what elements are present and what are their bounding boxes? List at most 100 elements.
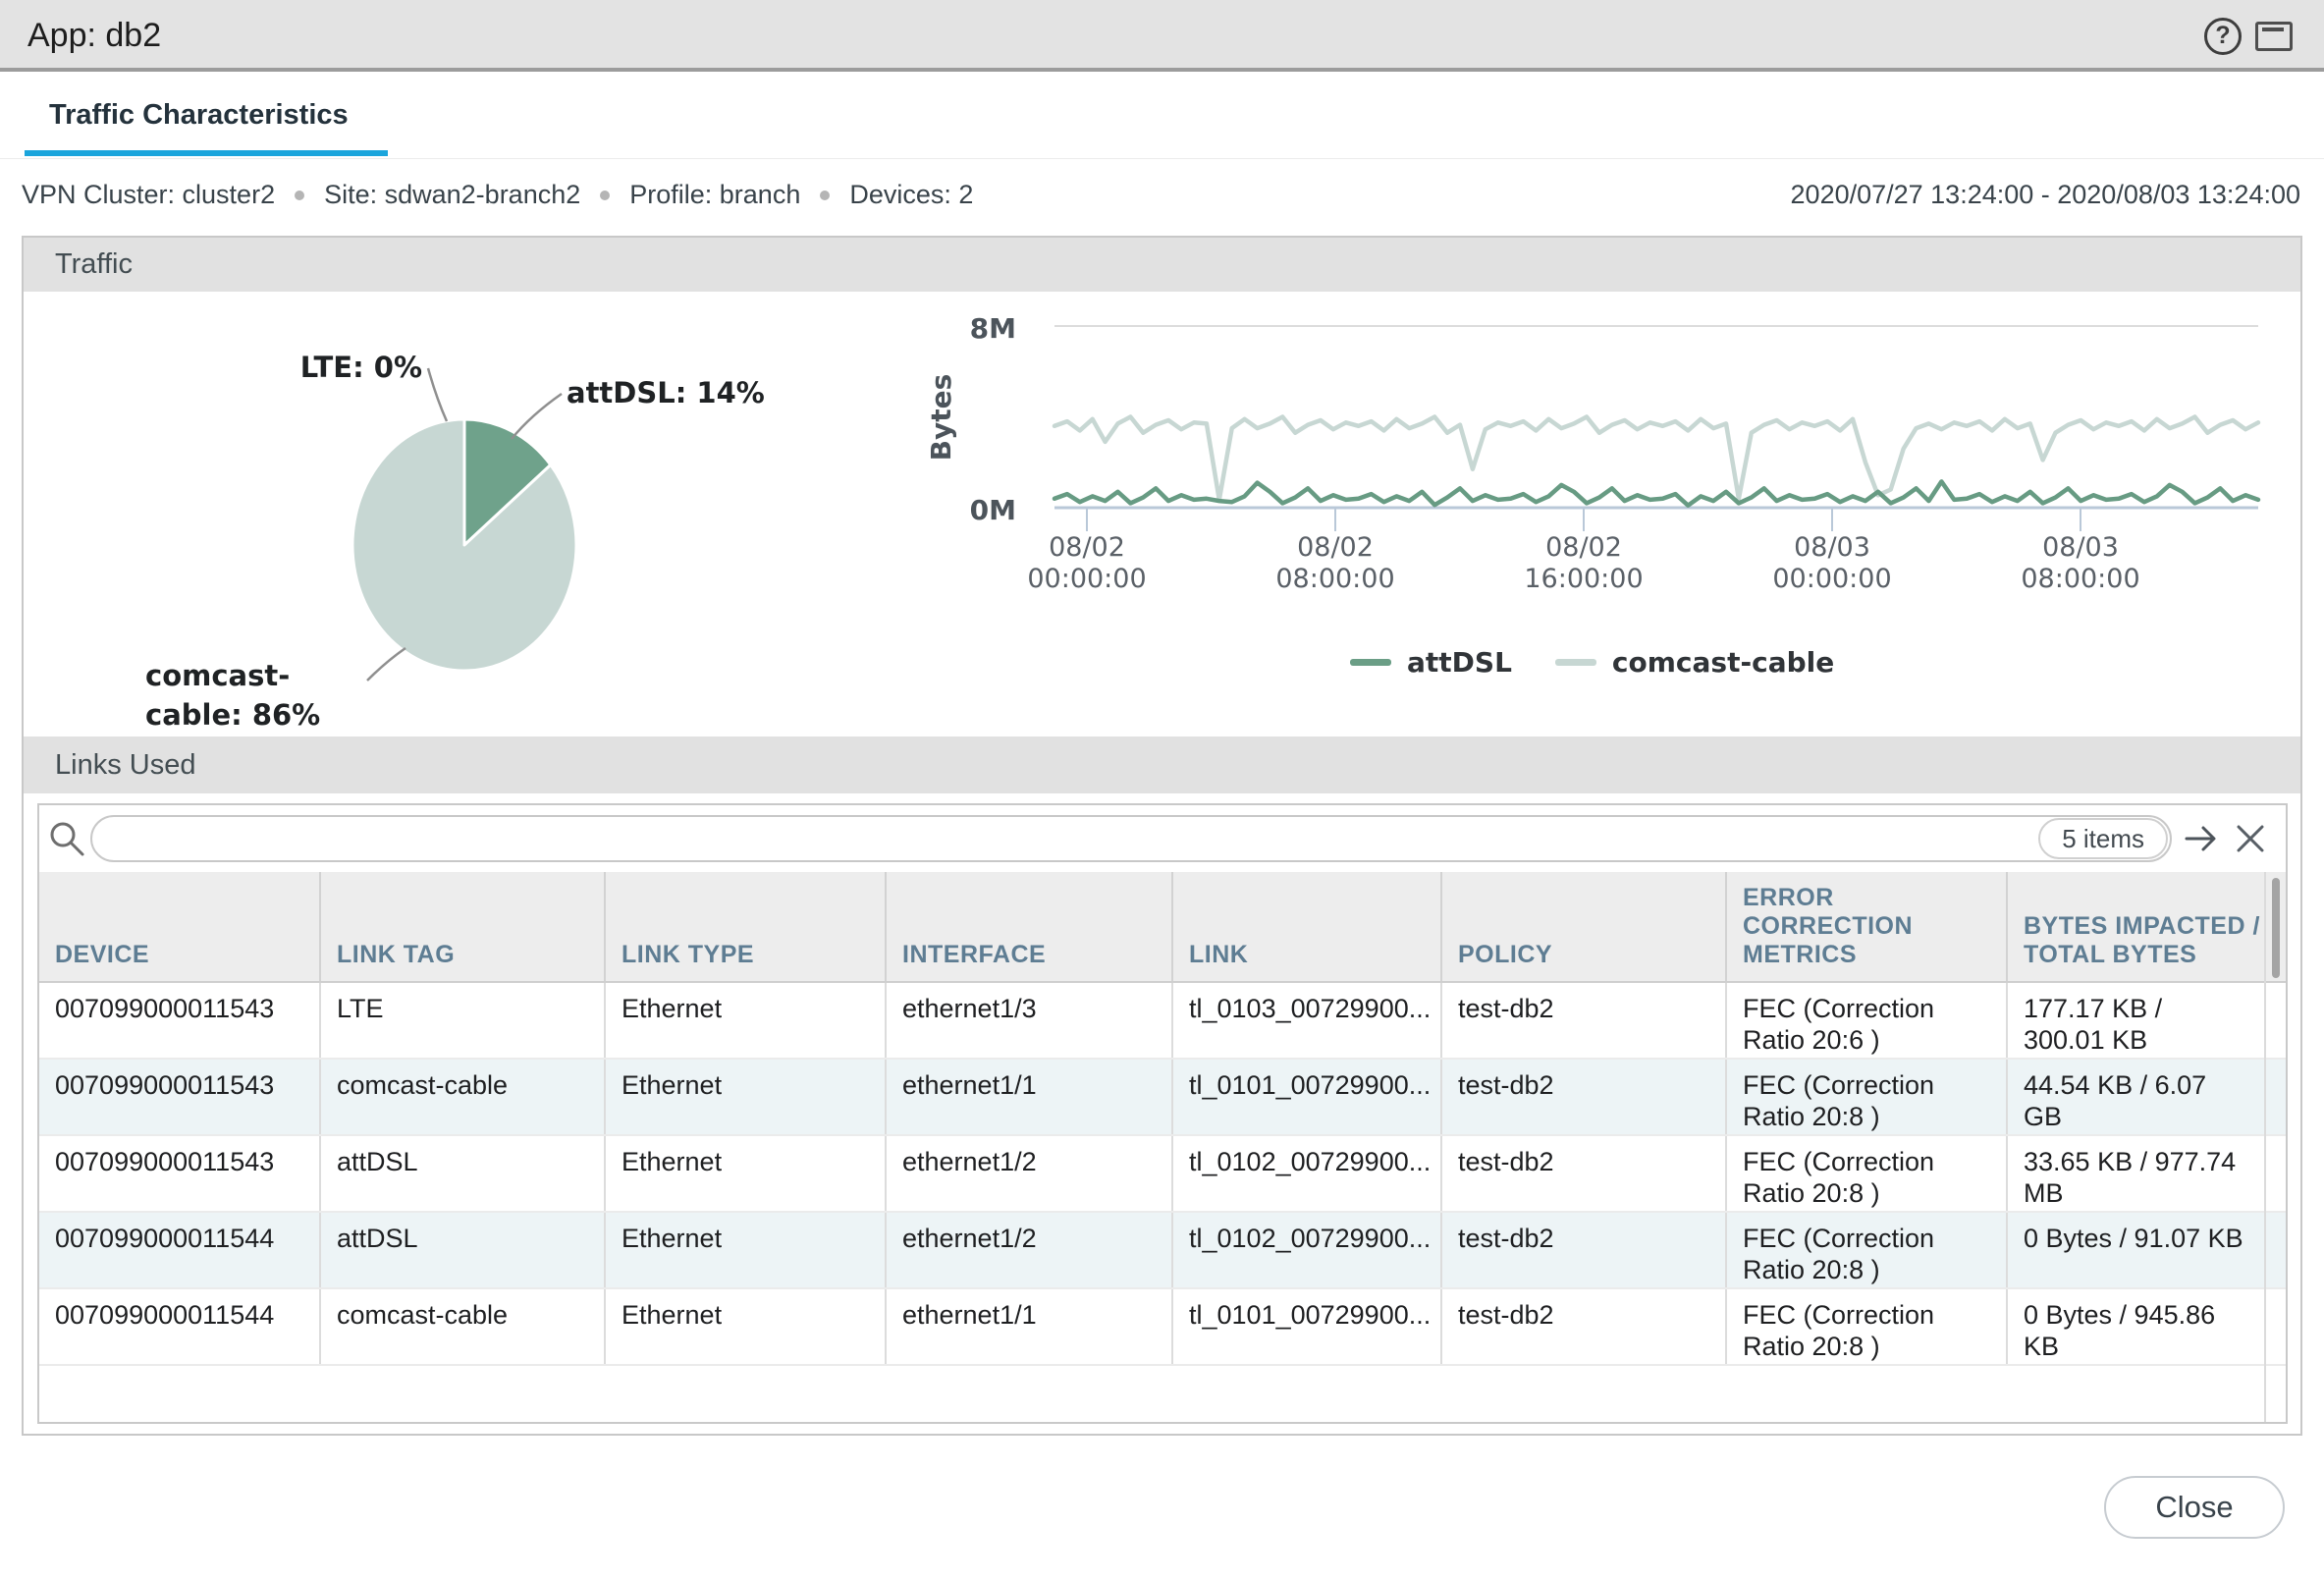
- context-vpn-cluster: VPN Cluster: cluster2: [22, 180, 275, 210]
- dot-separator: [820, 191, 830, 200]
- context-devices: Devices: 2: [849, 180, 973, 210]
- cell-interface: ethernet1/1: [886, 1288, 1172, 1365]
- cell-error-correction: FEC (Correction Ratio 20:8 ): [1726, 1135, 2007, 1212]
- close-button[interactable]: Close: [2104, 1476, 2285, 1539]
- col-error-correction-label: ERROR CORRECTION METRICS: [1743, 884, 1919, 969]
- links-used-section-title: Links Used: [55, 736, 195, 793]
- cell-link-tag: comcast-cable: [320, 1288, 605, 1365]
- cell-device: 007099000011543: [39, 982, 320, 1059]
- dot-separator: [600, 191, 610, 200]
- cell-error-correction: FEC (Correction Ratio 20:8 ): [1726, 1288, 2007, 1365]
- x-tick-time: 08:00:00: [1227, 564, 1443, 595]
- cell-link[interactable]: tl_0103_00729900...: [1172, 982, 1441, 1059]
- col-link[interactable]: LINK: [1172, 872, 1441, 982]
- traffic-section-title: Traffic: [55, 238, 133, 292]
- col-bytes[interactable]: BYTES IMPACTED / TOTAL BYTES: [2007, 872, 2286, 982]
- table-row[interactable]: 007099000011543 comcast-cable Ethernet e…: [39, 1059, 2286, 1135]
- comcast-swatch: [1555, 659, 1596, 666]
- x-tick-time: 16:00:00: [1476, 564, 1692, 595]
- legend-item-comcast[interactable]: comcast-cable: [1555, 646, 1834, 679]
- items-count-badge: 5 items: [2038, 818, 2168, 859]
- table-row[interactable]: 007099000011544 attDSL Ethernet ethernet…: [39, 1212, 2286, 1288]
- x-tick-1: 08/02 08:00:00: [1227, 532, 1443, 595]
- x-tick-time: 00:00:00: [979, 564, 1195, 595]
- cell-link-tag: LTE: [320, 982, 605, 1059]
- cell-policy: test-db2: [1441, 1288, 1726, 1365]
- col-policy[interactable]: POLICY: [1441, 872, 1726, 982]
- traffic-section-header: Traffic: [24, 238, 2300, 292]
- table-toolbar: 5 items: [39, 805, 2286, 872]
- pie-chart: [352, 419, 576, 671]
- cell-policy: test-db2: [1441, 1059, 1726, 1135]
- table-header-row: DEVICE LINK TAG LINK TYPE INTERFACE LINK…: [39, 872, 2286, 982]
- x-tick-date: 08/02: [1227, 532, 1443, 564]
- x-tick-date: 08/03: [1973, 532, 2189, 564]
- links-table: DEVICE LINK TAG LINK TYPE INTERFACE LINK…: [39, 872, 2286, 1366]
- tab-traffic-characteristics[interactable]: Traffic Characteristics: [49, 76, 349, 159]
- x-tick-0: 08/02 00:00:00: [979, 532, 1195, 595]
- search-input[interactable]: [90, 815, 2172, 862]
- context-bar: VPN Cluster: cluster2 Site: sdwan2-branc…: [0, 159, 2324, 231]
- help-icon[interactable]: ?: [2204, 18, 2242, 55]
- cell-policy: test-db2: [1441, 1135, 1726, 1212]
- pie-label-lte: LTE: 0%: [285, 348, 422, 387]
- cell-error-correction: FEC (Correction Ratio 20:6 ): [1726, 982, 2007, 1059]
- col-device[interactable]: DEVICE: [39, 872, 320, 982]
- series-line-comcast-cable: [1054, 417, 2258, 500]
- links-used-section-header: Links Used: [24, 736, 2300, 793]
- cell-link-type: Ethernet: [605, 1135, 886, 1212]
- table-row[interactable]: 007099000011544 comcast-cable Ethernet e…: [39, 1288, 2286, 1365]
- col-link-tag[interactable]: LINK TAG: [320, 872, 605, 982]
- chart-legend: attDSL comcast-cable: [1350, 646, 1834, 679]
- col-link-type[interactable]: LINK TYPE: [605, 872, 886, 982]
- cell-bytes: 0 Bytes / 945.86 KB: [2007, 1288, 2286, 1365]
- search-icon: [47, 819, 86, 858]
- cell-interface: ethernet1/2: [886, 1135, 1172, 1212]
- cell-link[interactable]: tl_0101_00729900...: [1172, 1288, 1441, 1365]
- titlebar-icons: ?: [2204, 0, 2293, 72]
- vertical-scrollbar[interactable]: [2272, 878, 2280, 978]
- x-tick-date: 08/02: [1476, 532, 1692, 564]
- y-tick-8m: 8M: [918, 312, 1016, 345]
- x-tick-date: 08/03: [1724, 532, 1940, 564]
- x-tick-time: 08:00:00: [1973, 564, 2189, 595]
- cell-interface: ethernet1/3: [886, 982, 1172, 1059]
- pie-label-comcast: comcast-cable: 86%: [145, 656, 376, 735]
- table-row[interactable]: 007099000011543 LTE Ethernet ethernet1/3…: [39, 982, 2286, 1059]
- cell-link[interactable]: tl_0102_00729900...: [1172, 1135, 1441, 1212]
- cell-link[interactable]: tl_0101_00729900...: [1172, 1059, 1441, 1135]
- cell-bytes: 33.65 KB / 977.74 MB: [2007, 1135, 2286, 1212]
- cell-link[interactable]: tl_0102_00729900...: [1172, 1212, 1441, 1288]
- cell-link-tag: attDSL: [320, 1212, 605, 1288]
- clear-filter-icon[interactable]: [2236, 824, 2265, 853]
- links-table-container: 5 items DEVICE LINK TAG LINK TYPE: [37, 803, 2288, 1424]
- x-tick-3: 08/03 00:00:00: [1724, 532, 1940, 595]
- cell-bytes: 0 Bytes / 91.07 KB: [2007, 1212, 2286, 1288]
- y-tick-0m: 0M: [918, 494, 1016, 526]
- cell-interface: ethernet1/1: [886, 1059, 1172, 1135]
- export-arrow-icon[interactable]: [2184, 821, 2219, 856]
- window-icon[interactable]: [2255, 22, 2293, 51]
- dialog-titlebar: App: db2 ?: [0, 0, 2324, 72]
- cell-link-type: Ethernet: [605, 1059, 886, 1135]
- dialog-title: App: db2: [27, 0, 161, 72]
- legend-item-attdsl[interactable]: attDSL: [1350, 646, 1512, 679]
- col-interface[interactable]: INTERFACE: [886, 872, 1172, 982]
- x-tick-4: 08/03 08:00:00: [1973, 532, 2189, 595]
- cell-error-correction: FEC (Correction Ratio 20:8 ): [1726, 1212, 2007, 1288]
- x-tick-2: 08/02 16:00:00: [1476, 532, 1692, 595]
- cell-bytes: 44.54 KB / 6.07 GB: [2007, 1059, 2286, 1135]
- cell-link-type: Ethernet: [605, 1212, 886, 1288]
- series-line-attDSL: [1054, 481, 2258, 505]
- col-error-correction[interactable]: ERROR CORRECTION METRICS: [1726, 872, 2007, 982]
- cell-policy: test-db2: [1441, 982, 1726, 1059]
- table-row[interactable]: 007099000011543 attDSL Ethernet ethernet…: [39, 1135, 2286, 1212]
- active-tab-underline: [25, 150, 388, 156]
- x-tick-time: 00:00:00: [1724, 564, 1940, 595]
- cell-link-type: Ethernet: [605, 1288, 886, 1365]
- line-series: [1054, 417, 2258, 506]
- context-site: Site: sdwan2-branch2: [324, 180, 580, 210]
- legend-label-attdsl: attDSL: [1407, 646, 1512, 679]
- cell-link-tag: attDSL: [320, 1135, 605, 1212]
- cell-link-tag: comcast-cable: [320, 1059, 605, 1135]
